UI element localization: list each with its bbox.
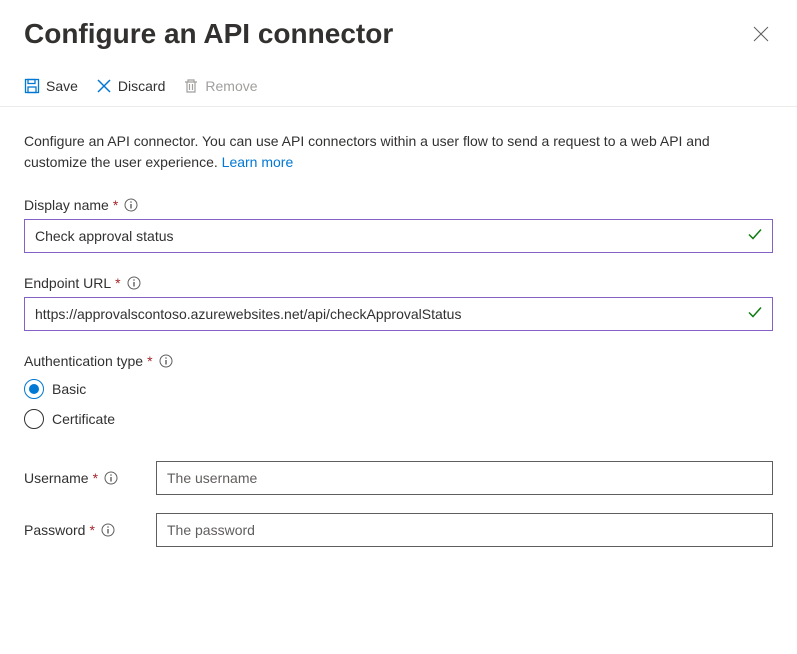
toolbar: Save Discard Remove bbox=[0, 58, 797, 107]
info-icon[interactable] bbox=[104, 471, 118, 485]
username-input[interactable] bbox=[156, 461, 773, 495]
required-indicator: * bbox=[113, 197, 118, 213]
radio-unselected-icon bbox=[24, 409, 44, 429]
display-name-label: Display name * bbox=[24, 197, 773, 213]
required-indicator: * bbox=[93, 470, 98, 486]
check-icon bbox=[747, 227, 763, 246]
save-label: Save bbox=[46, 78, 78, 94]
username-label: Username * bbox=[24, 470, 144, 486]
check-icon bbox=[747, 305, 763, 324]
endpoint-url-label: Endpoint URL * bbox=[24, 275, 773, 291]
password-label: Password * bbox=[24, 522, 144, 538]
discard-icon bbox=[96, 78, 112, 94]
auth-type-certificate-radio[interactable]: Certificate bbox=[24, 409, 773, 429]
auth-type-label: Authentication type * bbox=[24, 353, 773, 369]
close-icon bbox=[753, 26, 769, 42]
close-button[interactable] bbox=[749, 22, 773, 46]
description-text: Configure an API connector. You can use … bbox=[24, 131, 773, 173]
info-icon[interactable] bbox=[124, 198, 138, 212]
required-indicator: * bbox=[147, 353, 152, 369]
auth-type-certificate-label: Certificate bbox=[52, 411, 115, 427]
learn-more-link[interactable]: Learn more bbox=[222, 154, 294, 170]
required-indicator: * bbox=[89, 522, 94, 538]
info-icon[interactable] bbox=[101, 523, 115, 537]
discard-label: Discard bbox=[118, 78, 165, 94]
info-icon[interactable] bbox=[127, 276, 141, 290]
save-icon bbox=[24, 78, 40, 94]
password-input[interactable] bbox=[156, 513, 773, 547]
remove-label: Remove bbox=[205, 78, 257, 94]
discard-button[interactable]: Discard bbox=[96, 78, 165, 94]
endpoint-url-input[interactable] bbox=[24, 297, 773, 331]
save-button[interactable]: Save bbox=[24, 78, 78, 94]
trash-icon bbox=[183, 78, 199, 94]
auth-type-basic-radio[interactable]: Basic bbox=[24, 379, 773, 399]
remove-button: Remove bbox=[183, 78, 257, 94]
auth-type-basic-label: Basic bbox=[52, 381, 86, 397]
info-icon[interactable] bbox=[159, 354, 173, 368]
required-indicator: * bbox=[115, 275, 120, 291]
display-name-input[interactable] bbox=[24, 219, 773, 253]
radio-selected-icon bbox=[24, 379, 44, 399]
page-title: Configure an API connector bbox=[24, 18, 393, 50]
